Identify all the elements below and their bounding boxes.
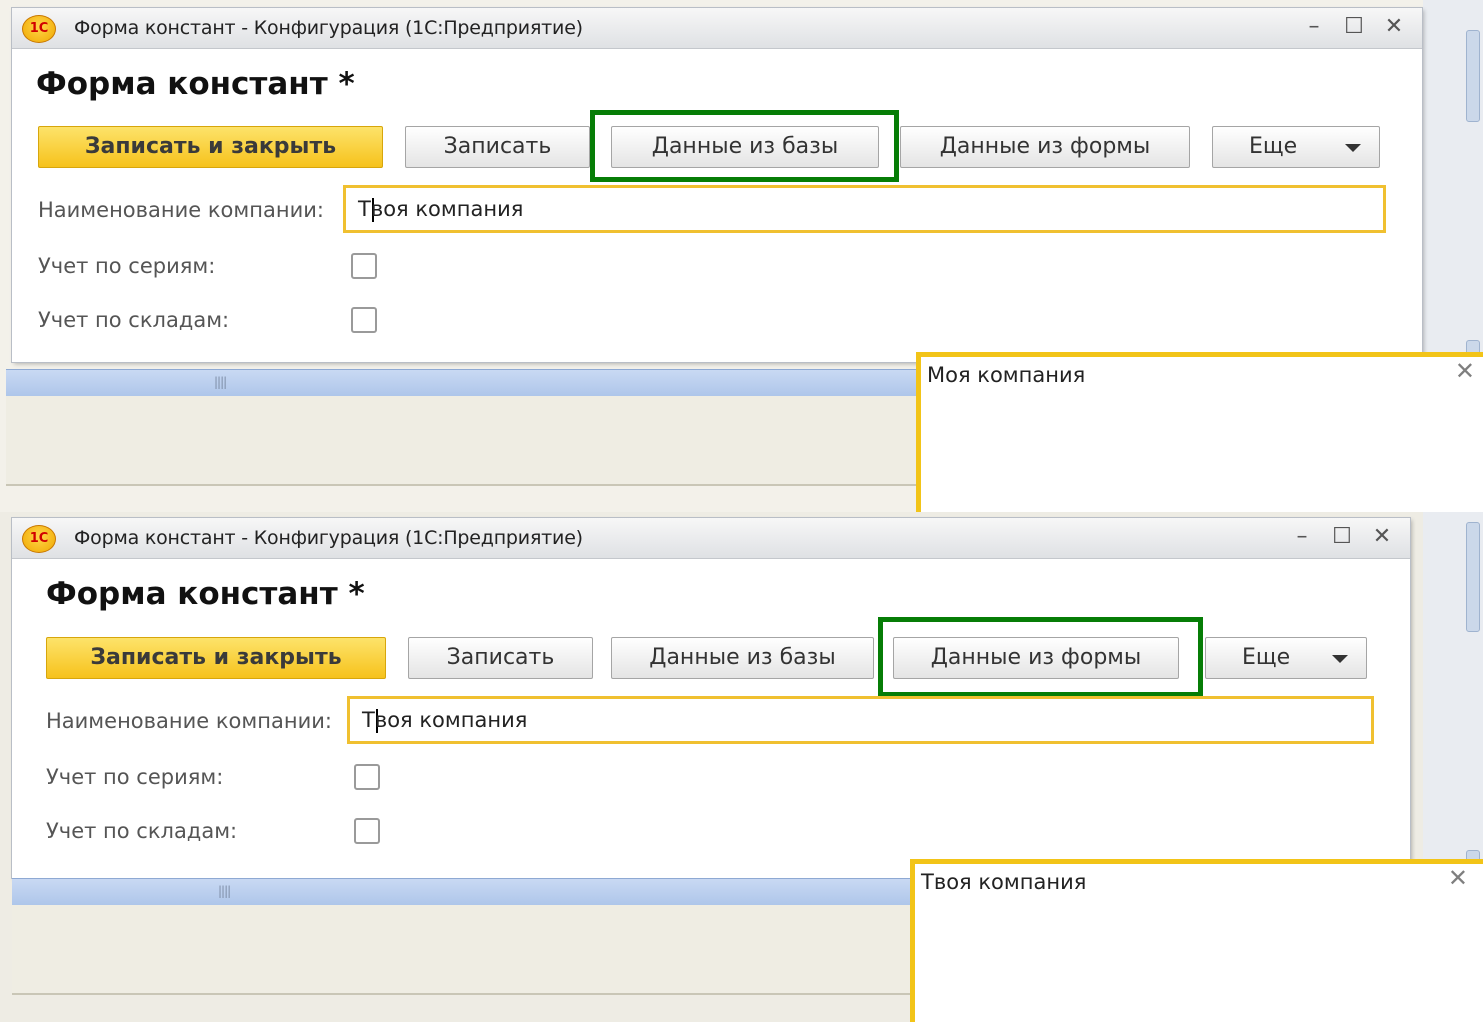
splitter-grip-icon: |||| <box>218 884 231 898</box>
form-title: Форма констант * <box>46 576 365 612</box>
company-name-value-rest: воя компания <box>374 708 528 732</box>
close-icon[interactable]: ✕ <box>1367 522 1397 552</box>
close-icon[interactable]: ✕ <box>1455 357 1475 385</box>
chevron-down-icon <box>1345 144 1361 152</box>
window-title: Форма констант - Конфигурация (1С:Предпр… <box>74 527 583 549</box>
message-text: Моя компания <box>927 363 1086 387</box>
message-window: Твоя компания ✕ <box>910 859 1483 1022</box>
company-name-value-first: Т <box>362 708 375 732</box>
minimize-icon[interactable]: – <box>1287 522 1317 552</box>
save-button[interactable]: Записать <box>408 637 593 679</box>
scrollbar-thumb[interactable] <box>1466 522 1480 632</box>
window-titlebar[interactable]: 1С Форма констант - Конфигурация (1С:Пре… <box>12 8 1422 49</box>
scrollbar-thumb[interactable] <box>1466 30 1480 122</box>
company-name-label: Наименование компании: <box>46 709 332 733</box>
warehouse-accounting-checkbox[interactable] <box>351 307 377 333</box>
constants-form-window: 1С Форма констант - Конфигурация (1С:Пре… <box>12 8 1422 362</box>
1c-logo-icon: 1С <box>22 525 56 553</box>
close-icon[interactable]: ✕ <box>1379 12 1409 42</box>
more-button[interactable]: Еще <box>1212 126 1380 168</box>
series-accounting-checkbox[interactable] <box>354 764 380 790</box>
highlight-frame <box>590 110 899 182</box>
form-title: Форма констант * <box>36 66 355 102</box>
save-and-close-button[interactable]: Записать и закрыть <box>46 637 386 679</box>
lower-panel <box>6 396 926 486</box>
series-accounting-checkbox[interactable] <box>351 253 377 279</box>
maximize-icon[interactable]: ☐ <box>1339 12 1369 42</box>
company-name-value-first: Т <box>358 197 371 221</box>
company-name-value-rest: воя компания <box>370 197 524 221</box>
data-from-form-button[interactable]: Данные из формы <box>900 126 1190 168</box>
message-text: Твоя компания <box>921 870 1087 894</box>
1c-logo-icon: 1С <box>22 15 56 43</box>
more-button[interactable]: Еще <box>1205 637 1367 679</box>
screenshot-bottom: 1С Форма констант - Конфигурация (1С:Пре… <box>0 512 1483 1022</box>
message-window: Моя компания ✕ <box>916 352 1483 520</box>
screenshot-top: 1С Форма констант - Конфигурация (1С:Пре… <box>0 0 1483 520</box>
constants-form-window: 1С Форма констант - Конфигурация (1С:Пре… <box>12 518 1410 878</box>
highlight-frame <box>878 617 1203 697</box>
company-name-label: Наименование компании: <box>38 198 324 222</box>
warehouse-accounting-label: Учет по складам: <box>46 819 238 843</box>
warehouse-accounting-label: Учет по складам: <box>38 308 230 332</box>
lower-panel <box>12 905 912 995</box>
chevron-down-icon <box>1332 655 1348 663</box>
more-button-label: Еще <box>1249 134 1298 159</box>
warehouse-accounting-checkbox[interactable] <box>354 818 380 844</box>
splitter-grip-icon: |||| <box>214 375 227 389</box>
minimize-icon[interactable]: – <box>1299 12 1329 42</box>
panel-splitter[interactable]: |||| <box>6 369 926 396</box>
close-icon[interactable]: ✕ <box>1448 864 1468 892</box>
panel-splitter[interactable]: |||| <box>12 878 912 905</box>
window-title: Форма констант - Конфигурация (1С:Предпр… <box>74 17 583 39</box>
save-and-close-button[interactable]: Записать и закрыть <box>38 126 383 168</box>
series-accounting-label: Учет по сериям: <box>38 254 216 278</box>
company-name-field[interactable]: Твоя компания <box>343 185 1386 233</box>
save-button[interactable]: Записать <box>405 126 590 168</box>
series-accounting-label: Учет по сериям: <box>46 765 224 789</box>
maximize-icon[interactable]: ☐ <box>1327 522 1357 552</box>
more-button-label: Еще <box>1242 645 1291 670</box>
window-titlebar[interactable]: 1С Форма констант - Конфигурация (1С:Пре… <box>12 518 1410 559</box>
data-from-db-button[interactable]: Данные из базы <box>611 637 874 679</box>
company-name-field[interactable]: Твоя компания <box>347 696 1374 744</box>
